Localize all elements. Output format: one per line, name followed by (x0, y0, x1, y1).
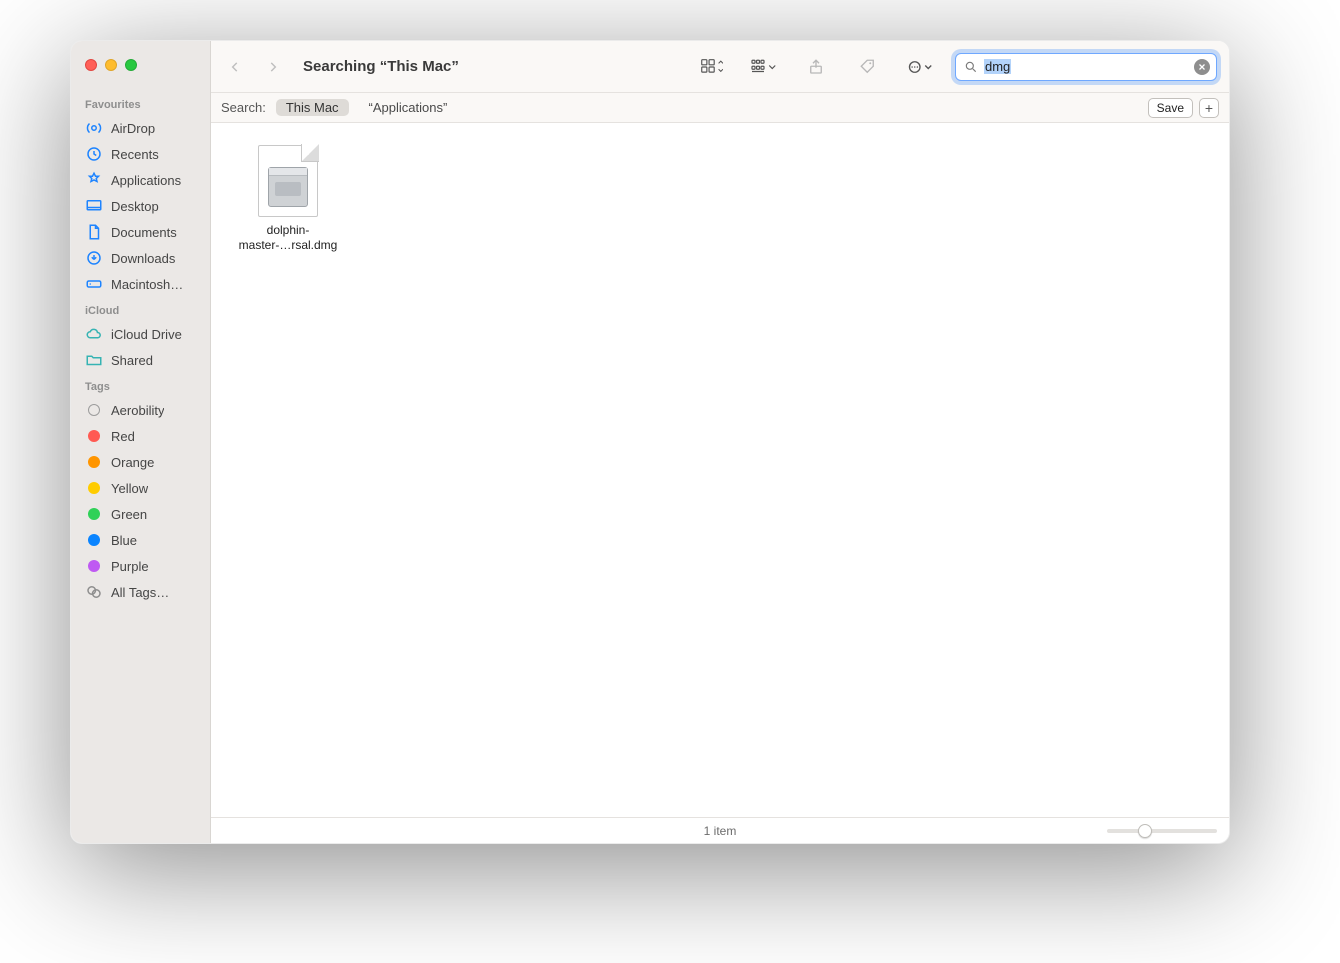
file-item[interactable]: dolphin- master-…rsal.dmg (233, 145, 343, 253)
sidebar-item-label: Purple (111, 559, 149, 574)
tag-dot-icon (85, 531, 103, 549)
all-tags-icon (85, 583, 103, 601)
tag-dot-icon (85, 453, 103, 471)
view-icons-button[interactable] (697, 52, 727, 82)
item-count: 1 item (704, 824, 737, 838)
back-button[interactable] (223, 55, 247, 79)
toolbar: Searching “This Mac” (211, 41, 1229, 93)
tag-dot-icon (85, 557, 103, 575)
sidebar-all-tags[interactable]: All Tags… (71, 579, 210, 605)
scope-this-mac[interactable]: This Mac (276, 99, 349, 116)
search-icon (964, 60, 978, 74)
toolbar-buttons (697, 52, 935, 82)
sidebar-item-label: All Tags… (111, 585, 169, 600)
download-icon (85, 249, 103, 267)
tag-dot-icon (85, 401, 103, 419)
clock-icon (85, 145, 103, 163)
sidebar-item-icloud-drive[interactable]: iCloud Drive (71, 321, 210, 347)
share-button[interactable] (801, 52, 831, 82)
sidebar-tag-green[interactable]: Green (71, 501, 210, 527)
sidebar-tag-aerobility[interactable]: Aerobility (71, 397, 210, 423)
search-field[interactable]: dmg (955, 53, 1217, 81)
sidebar-group-title: iCloud (71, 297, 210, 321)
airdrop-icon (85, 119, 103, 137)
sidebar-item-label: Documents (111, 225, 177, 240)
zoom-window-button[interactable] (125, 59, 137, 71)
sidebar-group-title: Favourites (71, 91, 210, 115)
status-bar: 1 item (211, 817, 1229, 843)
sidebar-item-desktop[interactable]: Desktop (71, 193, 210, 219)
action-menu-button[interactable] (905, 52, 935, 82)
sidebar-tag-yellow[interactable]: Yellow (71, 475, 210, 501)
sidebar-item-airdrop[interactable]: AirDrop (71, 115, 210, 141)
clear-search-button[interactable] (1194, 59, 1210, 75)
sidebar-item-label: Recents (111, 147, 159, 162)
file-name: dolphin- master-…rsal.dmg (239, 223, 338, 253)
slider-thumb[interactable] (1138, 824, 1152, 838)
sidebar-item-recents[interactable]: Recents (71, 141, 210, 167)
sidebar-item-label: Shared (111, 353, 153, 368)
document-icon (85, 223, 103, 241)
sidebar-item-label: iCloud Drive (111, 327, 182, 342)
sidebar-item-label: Applications (111, 173, 181, 188)
disk-icon (85, 275, 103, 293)
tags-button[interactable] (853, 52, 883, 82)
tag-dot-icon (85, 479, 103, 497)
sidebar-item-label: Blue (111, 533, 137, 548)
sidebar-group-title: Tags (71, 373, 210, 397)
tag-dot-icon (85, 427, 103, 445)
sidebar-item-label: Red (111, 429, 135, 444)
minimize-window-button[interactable] (105, 59, 117, 71)
sidebar-item-downloads[interactable]: Downloads (71, 245, 210, 271)
shared-folder-icon (85, 351, 103, 369)
sidebar-tag-red[interactable]: Red (71, 423, 210, 449)
sidebar-item-label: Downloads (111, 251, 175, 266)
add-search-criteria-button[interactable]: + (1199, 98, 1219, 118)
search-input-text[interactable]: dmg (984, 59, 1011, 74)
sidebar-item-label: Aerobility (111, 403, 164, 418)
group-by-button[interactable] (749, 52, 779, 82)
tag-dot-icon (85, 505, 103, 523)
main-pane: Searching “This Mac” (211, 41, 1229, 843)
icon-size-slider[interactable] (1107, 824, 1217, 838)
scope-applications[interactable]: “Applications” (359, 99, 458, 116)
sidebar-item-label: Desktop (111, 199, 159, 214)
sidebar-item-label: Macintosh… (111, 277, 183, 292)
window-title: Searching “This Mac” (303, 58, 459, 75)
desktop-icon (85, 197, 103, 215)
save-search-button[interactable]: Save (1148, 98, 1193, 118)
close-window-button[interactable] (85, 59, 97, 71)
sidebar-tag-blue[interactable]: Blue (71, 527, 210, 553)
traffic-lights (71, 59, 210, 71)
forward-button[interactable] (261, 55, 285, 79)
finder-window: Favourites AirDrop Recents Applications (70, 40, 1230, 844)
sidebar-item-label: AirDrop (111, 121, 155, 136)
sidebar: Favourites AirDrop Recents Applications (71, 41, 211, 843)
sidebar-tag-purple[interactable]: Purple (71, 553, 210, 579)
sidebar-item-label: Yellow (111, 481, 148, 496)
sidebar-item-applications[interactable]: Applications (71, 167, 210, 193)
cloud-icon (85, 325, 103, 343)
applications-icon (85, 171, 103, 189)
scope-label: Search: (221, 100, 266, 115)
sidebar-item-label: Green (111, 507, 147, 522)
search-scope-bar: Search: This Mac “Applications” Save + (211, 93, 1229, 123)
sidebar-item-documents[interactable]: Documents (71, 219, 210, 245)
sidebar-item-shared[interactable]: Shared (71, 347, 210, 373)
results-area[interactable]: dolphin- master-…rsal.dmg (211, 123, 1229, 817)
dmg-file-icon (258, 145, 318, 217)
sidebar-item-label: Orange (111, 455, 154, 470)
sidebar-item-macintosh-hd[interactable]: Macintosh… (71, 271, 210, 297)
sidebar-tag-orange[interactable]: Orange (71, 449, 210, 475)
